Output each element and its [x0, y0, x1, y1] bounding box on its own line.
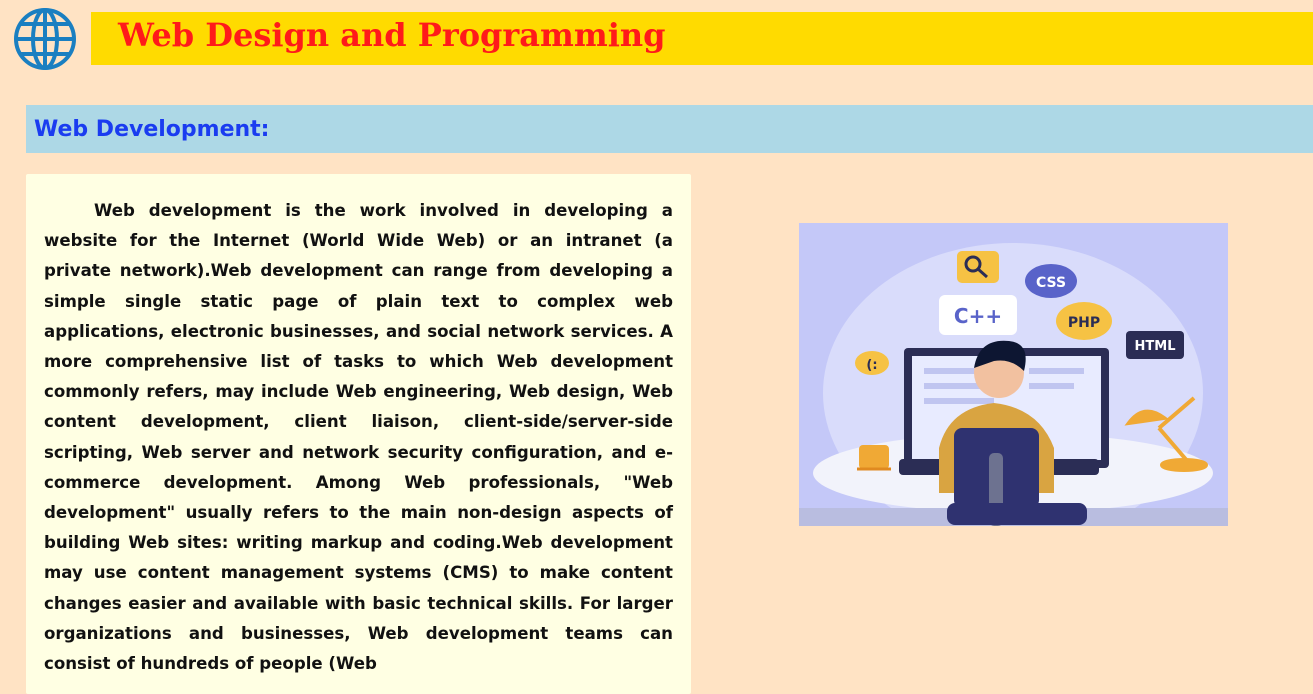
svg-text:(:: (: [866, 358, 877, 373]
page-title: Web Design and Programming [118, 16, 666, 54]
globe-icon [14, 8, 76, 70]
section-title: Web Development: [34, 117, 270, 142]
content-card: Web development is the work involved in … [26, 174, 691, 694]
content-paragraph: Web development is the work involved in … [44, 201, 673, 674]
svg-text:PHP: PHP [1068, 315, 1100, 331]
emoticon-bubble: (: [855, 351, 889, 375]
css-bubble: CSS [1025, 264, 1077, 298]
header-bar: Web Design and Programming [91, 12, 1313, 65]
web-developer-illustration: C++ CSS PHP HTML (: [799, 223, 1228, 526]
svg-text:C++: C++ [954, 304, 1002, 328]
cpp-bubble: C++ [939, 295, 1017, 335]
svg-text:HTML: HTML [1135, 339, 1176, 354]
section-header-bar: Web Development: [26, 105, 1313, 153]
php-bubble: PHP [1056, 302, 1112, 340]
coffee-cup-icon [857, 445, 891, 471]
magnifier-icon [957, 251, 999, 283]
svg-text:CSS: CSS [1036, 275, 1066, 291]
html-bubble: HTML [1126, 331, 1184, 359]
